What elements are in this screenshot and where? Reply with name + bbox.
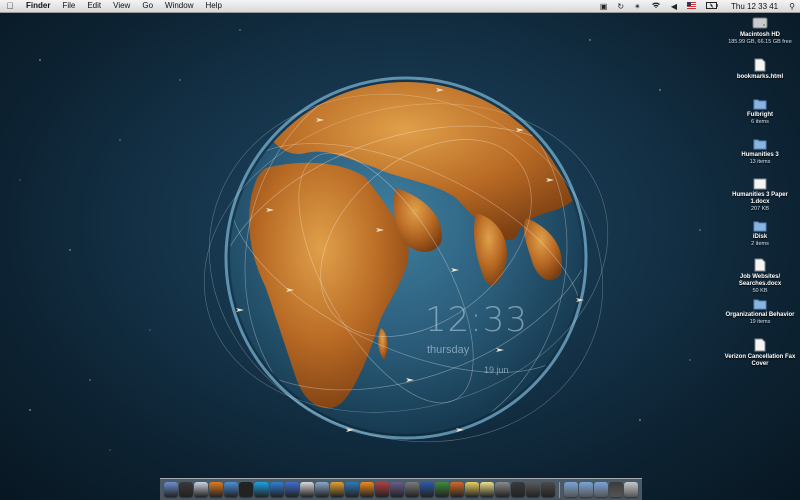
dashboard-icon[interactable] <box>179 482 194 497</box>
mail-icon[interactable] <box>194 482 209 497</box>
spotlight-icon[interactable]: ⚲ <box>784 2 800 11</box>
activity-icon[interactable] <box>510 482 525 497</box>
excel-icon[interactable] <box>435 482 450 497</box>
menu-help[interactable]: Help <box>199 0 227 12</box>
desktop-icon-bookmarks[interactable]: bookmarks.html <box>722 58 798 81</box>
menu-file[interactable]: File <box>56 0 81 12</box>
documents-folder-icon[interactable] <box>578 482 593 497</box>
photos-icon[interactable] <box>329 482 344 497</box>
calculator-icon[interactable] <box>525 482 540 497</box>
menu-finder[interactable]: Finder <box>20 0 56 12</box>
applications-folder-icon[interactable] <box>563 482 578 497</box>
desktop-icon-fulbright[interactable]: Fulbright 6 items <box>722 98 798 126</box>
notes-icon[interactable] <box>465 482 480 497</box>
document-icon <box>754 58 766 72</box>
desktop-icon-label: Humanities 3 <box>741 152 779 158</box>
downloads-folder-icon[interactable] <box>593 482 608 497</box>
chess-icon[interactable] <box>374 482 389 497</box>
trash-icon[interactable] <box>623 482 638 497</box>
desktop-icon-organizational-behavior[interactable]: Organizational Behavior 19 items <box>722 298 798 326</box>
display-icon[interactable]: ▣ <box>595 2 613 11</box>
desktop-icon-sub: 6 items <box>751 119 769 125</box>
vlc-icon[interactable] <box>359 482 374 497</box>
desktop-icon-idisk[interactable]: iDisk 2 items <box>722 220 798 248</box>
desktop-icon-label: Macintosh HD <box>739 32 780 38</box>
desktop-icon-sub: 13 items <box>749 159 771 165</box>
clock-date: 19 jun <box>484 365 509 375</box>
folder-icon <box>753 99 767 110</box>
skype-icon[interactable] <box>254 482 269 497</box>
desktop-icon-label: Verizon Cancellation Fax Cover <box>724 354 796 367</box>
desktop-icon-label: bookmarks.html <box>736 74 784 80</box>
menu-go[interactable]: Go <box>136 0 159 12</box>
desktop-icon-verizon-fax[interactable]: Verizon Cancellation Fax Cover <box>722 338 798 368</box>
desktop-icon-label: iDisk <box>752 234 768 240</box>
document-icon <box>754 338 766 352</box>
firefox-icon[interactable] <box>209 482 224 497</box>
desktop-icon-label: Organizational Behavior <box>725 312 795 318</box>
desktop-icon-sub: 2 items <box>751 241 769 247</box>
screen-icon[interactable] <box>608 482 623 497</box>
tools-icon[interactable] <box>405 482 420 497</box>
hard-drive-icon <box>752 17 768 29</box>
folder-icon <box>753 139 767 150</box>
desktop-icon-label: Job Websites/ Searches.docx <box>738 274 782 287</box>
desktop-icon-job-websites[interactable]: Job Websites/ Searches.docx 50 KB <box>722 258 798 295</box>
menu-window[interactable]: Window <box>159 0 199 12</box>
us-flag-icon[interactable] <box>682 1 701 11</box>
desktop-icon-humanities-3[interactable]: Humanities 3 13 items <box>722 138 798 166</box>
desktop-icon-sub: 185.99 GB, 66.15 GB free <box>728 39 792 45</box>
dock <box>160 478 642 500</box>
finder-icon[interactable] <box>164 482 179 497</box>
itunes-icon[interactable] <box>284 482 299 497</box>
system-prefs-icon[interactable] <box>495 482 510 497</box>
safari-icon[interactable] <box>224 482 239 497</box>
battery-icon[interactable] <box>701 1 723 11</box>
document-icon <box>754 258 766 272</box>
desktop-icon-label: Fulbright <box>747 112 773 118</box>
sync-icon[interactable]: ↻ <box>612 2 629 11</box>
clock-day: thursday <box>427 344 470 356</box>
desktop-icon-sub: 50 KB <box>752 288 768 294</box>
terminal-icon[interactable] <box>239 482 254 497</box>
menu-edit[interactable]: Edit <box>81 0 107 12</box>
desktop-icon-sub: 19 items <box>749 319 771 325</box>
menu-bar:  Finder File Edit View Go Window Help ▣… <box>0 0 800 13</box>
stickies-icon[interactable] <box>480 482 495 497</box>
desktop-icon-label: Humanities 3 Paper 1.docx <box>732 192 788 205</box>
dock-separator <box>558 482 560 498</box>
folder-icon <box>753 221 767 232</box>
desktop-icon-sub: 207 KB <box>750 206 770 212</box>
volume-icon[interactable]: ◀ <box>666 2 682 11</box>
desktop-icon-macintosh-hd[interactable]: Macintosh HD 185.99 GB, 66.15 GB free <box>722 16 798 46</box>
document-icon <box>753 178 767 190</box>
grapher-icon[interactable] <box>540 482 555 497</box>
menubar-clock[interactable]: Thu 12 33 41 <box>723 2 784 11</box>
globe-app-icon[interactable] <box>344 482 359 497</box>
desktop-icon-humanities-paper[interactable]: Humanities 3 Paper 1.docx 207 KB <box>722 178 798 213</box>
bluetooth-icon[interactable]: ✴ <box>629 2 646 11</box>
script-icon[interactable] <box>390 482 405 497</box>
powerpoint-icon[interactable] <box>450 482 465 497</box>
clock-time: 12:33 <box>425 300 528 340</box>
wifi-icon[interactable] <box>646 1 666 11</box>
globe-wallpaper <box>203 76 609 443</box>
apple-menu-icon[interactable]:  <box>0 1 20 11</box>
folder-icon <box>753 299 767 310</box>
preview-icon[interactable] <box>314 482 329 497</box>
chat-icon[interactable] <box>269 482 284 497</box>
word-icon[interactable] <box>420 482 435 497</box>
ical-icon[interactable] <box>299 482 314 497</box>
menu-view[interactable]: View <box>107 0 136 12</box>
